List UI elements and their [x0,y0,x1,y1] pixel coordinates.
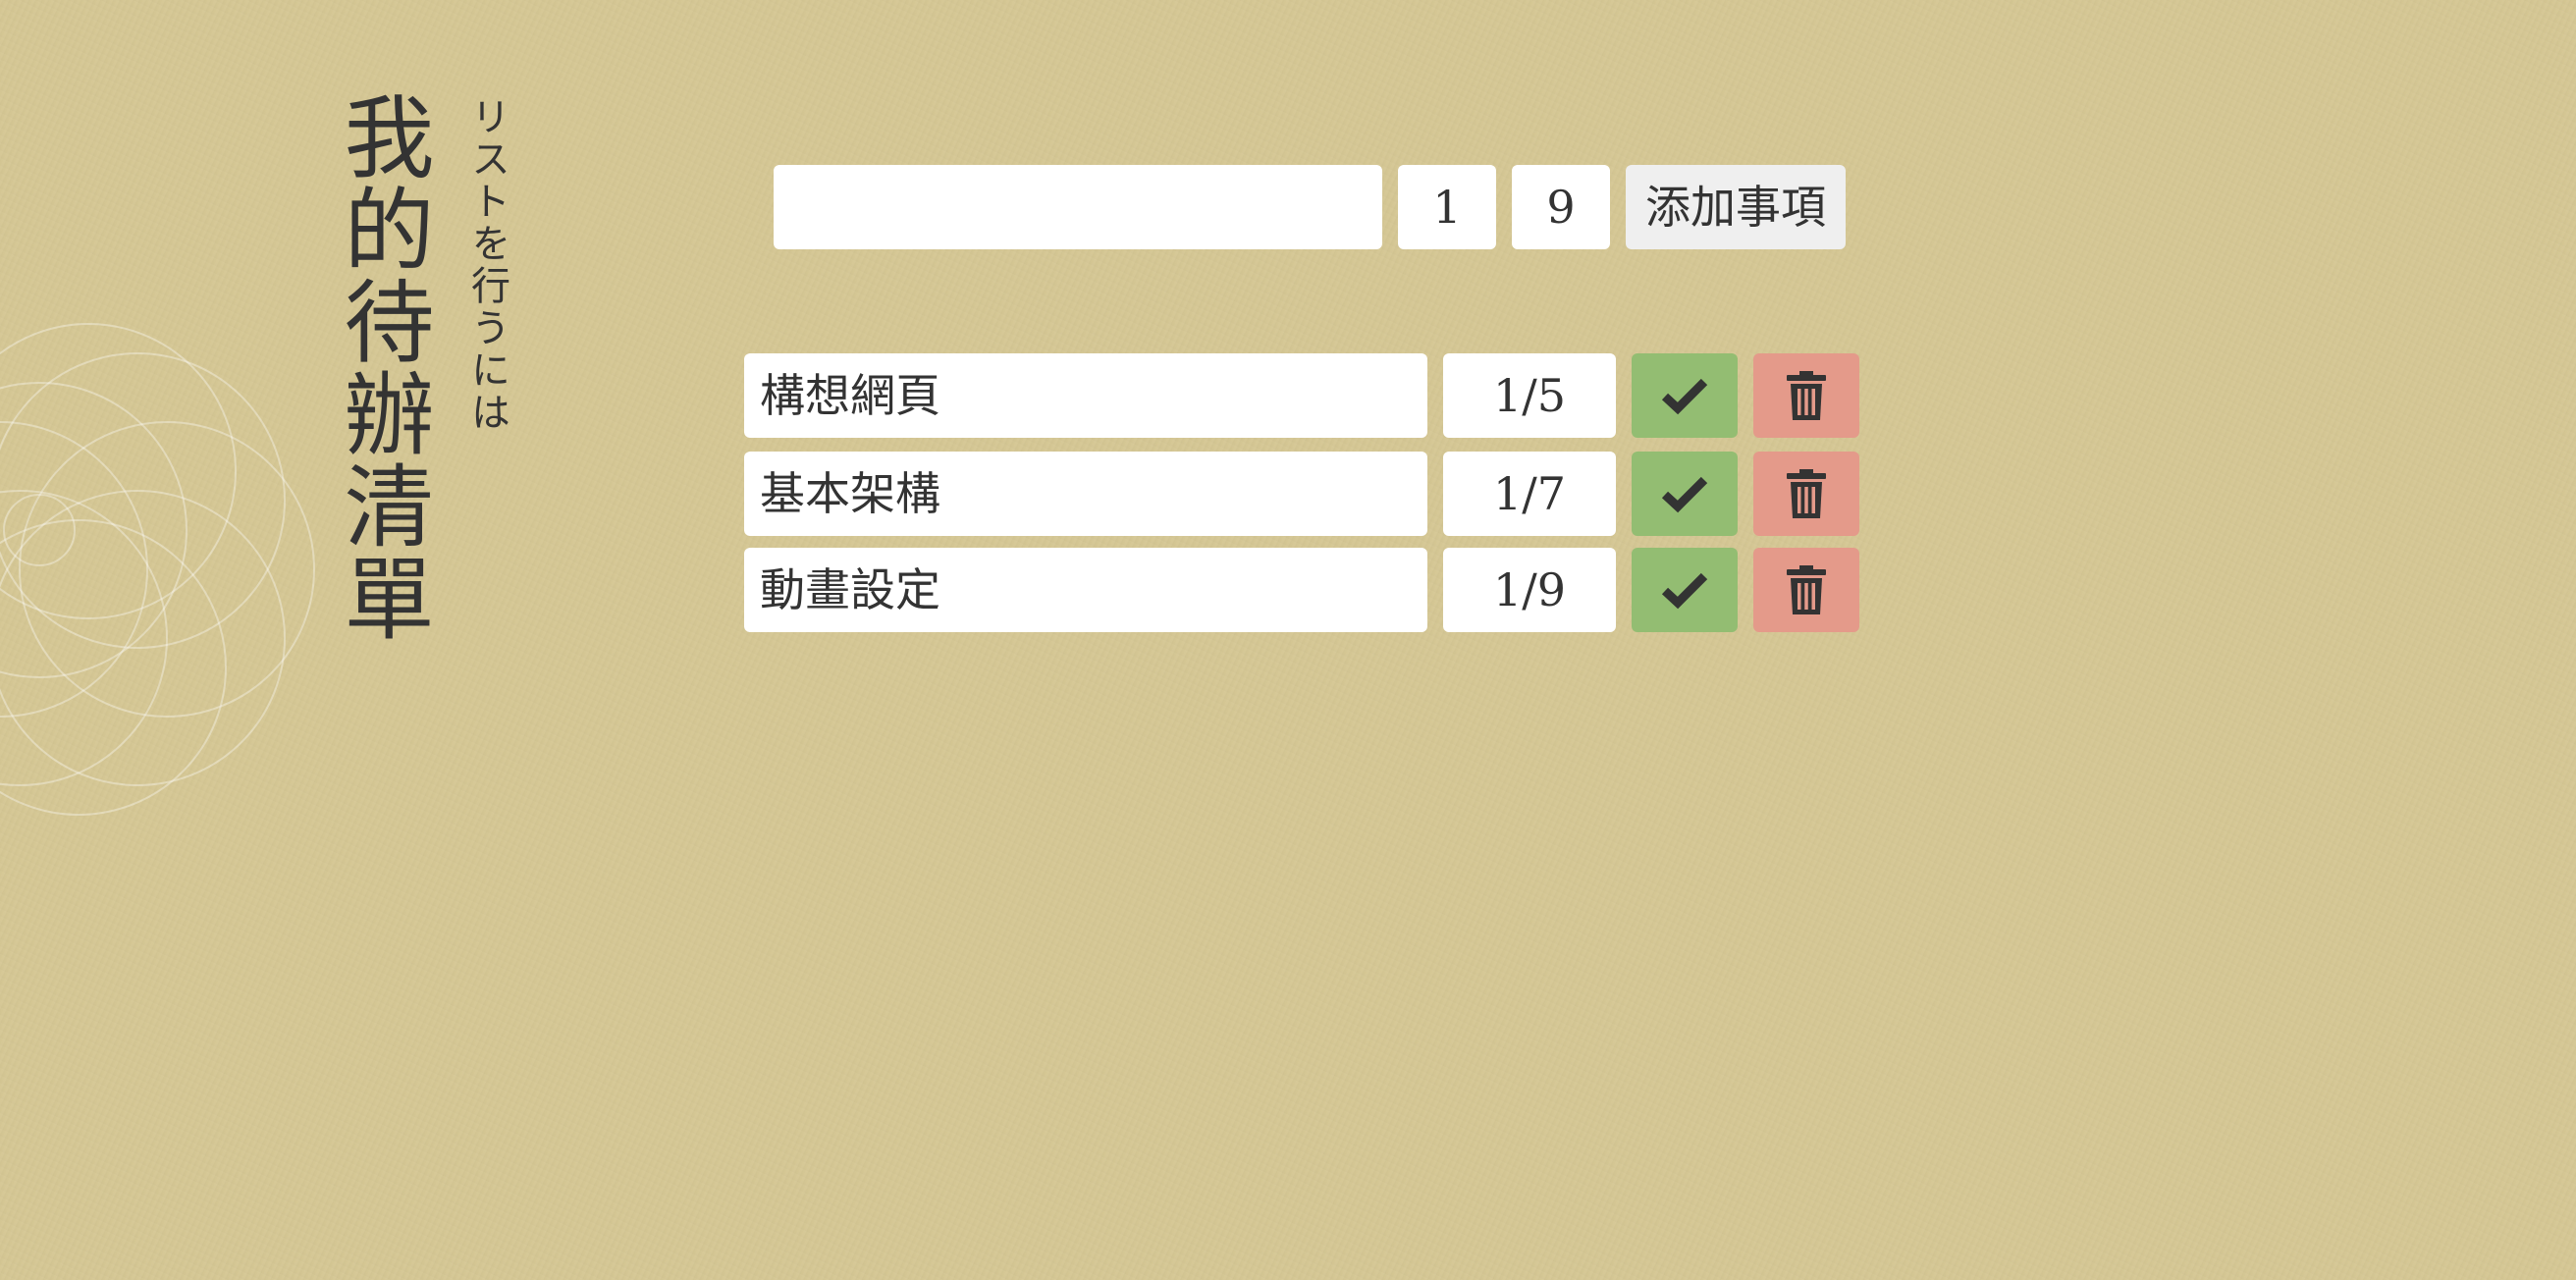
delete-task-button[interactable] [1753,548,1859,632]
new-task-input[interactable] [774,165,1382,249]
check-icon [1661,476,1708,513]
todo-item: 構想網頁 1/5 [0,353,2576,438]
trash-icon [1787,469,1826,518]
check-icon [1661,572,1708,610]
todo-text-field[interactable]: 構想網頁 [744,353,1427,438]
todo-date-field[interactable]: 1/7 [1443,452,1616,536]
delete-task-button[interactable] [1753,353,1859,438]
todo-item: 動畫設定 1/9 [0,548,2576,632]
complete-task-button[interactable] [1632,548,1738,632]
todo-text-field[interactable]: 動畫設定 [744,548,1427,632]
complete-task-button[interactable] [1632,353,1738,438]
trash-icon [1787,371,1826,420]
add-task-button[interactable]: 添加事項 [1626,165,1846,249]
month-input[interactable]: 1 [1398,165,1496,249]
trash-icon [1787,565,1826,614]
todo-date-field[interactable]: 1/5 [1443,353,1616,438]
day-input[interactable]: 9 [1512,165,1610,249]
todo-text-field[interactable]: 基本架構 [744,452,1427,536]
todo-item: 基本架構 1/7 [0,452,2576,536]
todo-date-field[interactable]: 1/9 [1443,548,1616,632]
complete-task-button[interactable] [1632,452,1738,536]
check-icon [1661,378,1708,415]
delete-task-button[interactable] [1753,452,1859,536]
